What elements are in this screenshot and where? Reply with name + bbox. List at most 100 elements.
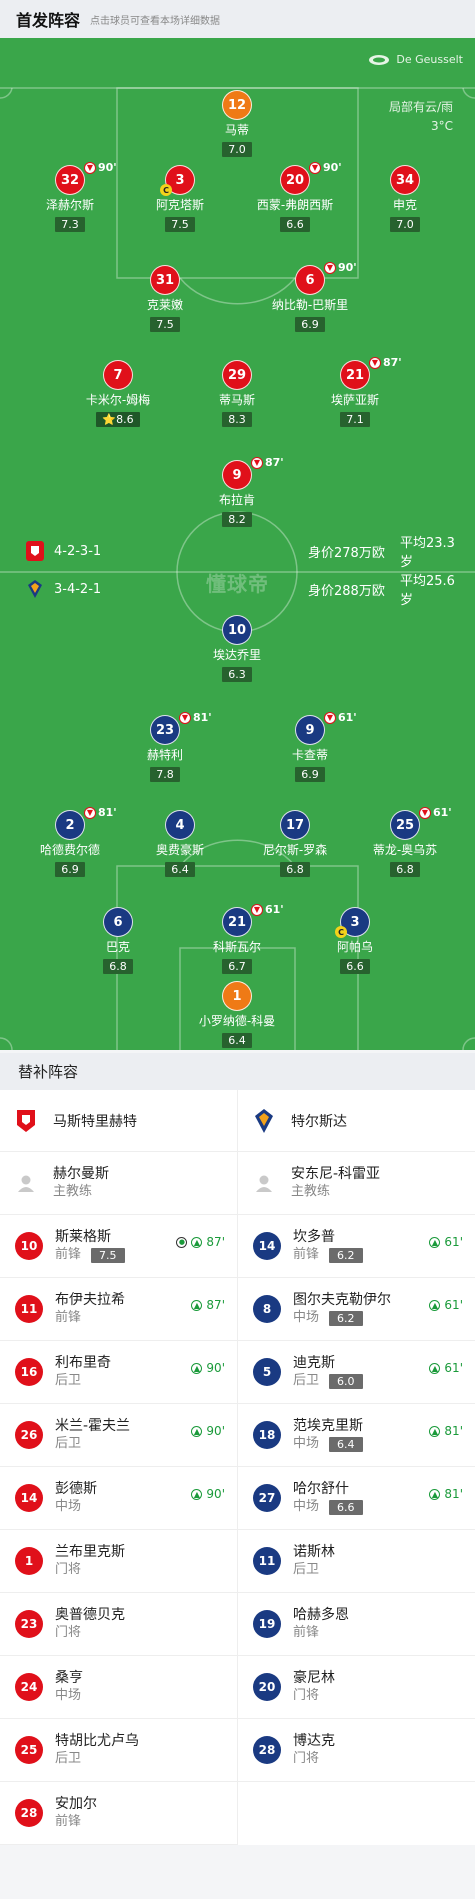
home-coach-row[interactable]: 赫尔曼斯 主教练 xyxy=(0,1152,237,1215)
home-player[interactable]: 12 马蒂 7.0 xyxy=(167,90,307,157)
sub-off-icon: ▼ xyxy=(369,356,381,369)
player-name: 马蒂 xyxy=(224,123,249,137)
home-sub-row[interactable]: 14 彭德斯 中场 ▲ 90' xyxy=(0,1467,237,1530)
sub-position-label: 门将 xyxy=(293,1688,320,1703)
player-rating: 6.8 xyxy=(390,862,420,877)
away-sub-row[interactable]: 27 哈尔舒什 中场 6.6 ▲ 81' xyxy=(238,1467,475,1530)
home-sub-row[interactable]: 10 斯莱格斯 前锋 7.5 ● ▲ 87' xyxy=(0,1215,237,1278)
player-name: 赫特利 xyxy=(146,748,183,762)
away-sub-row[interactable]: 11 诺斯林 后卫 xyxy=(238,1530,475,1593)
away-value: 身价288万欧 xyxy=(308,583,385,599)
player-number-badge: 1 xyxy=(222,981,252,1011)
sub-off-icon: ▼ xyxy=(251,456,263,469)
home-team-name: 马斯特里赫特 xyxy=(53,1113,137,1130)
away-sub-row[interactable]: 8 图尔夫克勒伊尔 中场 6.2 ▲ 61' xyxy=(238,1278,475,1341)
sub-on-minute: 87' xyxy=(206,1298,225,1312)
home-sub-row[interactable]: 16 利布里奇 后卫 ▲ 90' xyxy=(0,1341,237,1404)
sub-number-badge: 26 xyxy=(15,1421,43,1449)
sub-position: 中场 6.6 xyxy=(293,1498,363,1516)
away-player[interactable]: 10 埃达乔里 6.3 xyxy=(167,615,307,682)
sub-on-minute: 90' xyxy=(206,1487,225,1501)
sub-info: 范埃克里斯 中场 6.4 xyxy=(293,1417,363,1453)
home-avg-age: 平均23.3岁 xyxy=(400,536,455,570)
sub-off-icon: ▼ xyxy=(324,261,336,274)
sub-off-badge: ▼ 61' xyxy=(251,903,284,916)
sub-off-icon: ▼ xyxy=(84,161,96,174)
home-player[interactable]: 21 ▼ 87' 埃萨亚斯 7.1 xyxy=(285,356,425,427)
home-sub-row[interactable]: 24 桑亨 中场 xyxy=(0,1656,237,1719)
away-sub-row[interactable]: 19 哈赫多恩 前锋 xyxy=(238,1593,475,1656)
home-player[interactable]: 9 ▼ 87' 布拉肯 8.2 xyxy=(167,456,307,527)
player-number-badge: 21 ▼ 61' xyxy=(222,903,284,937)
sub-position: 前锋 xyxy=(55,1813,97,1831)
away-player[interactable]: 1 小罗纳德-科曼 6.4 xyxy=(167,981,307,1048)
away-sub-row[interactable]: 5 迪克斯 后卫 6.0 ▲ 61' xyxy=(238,1341,475,1404)
away-sub-row[interactable]: 28 博达克 门将 xyxy=(238,1719,475,1782)
sub-position-label: 门将 xyxy=(55,1562,82,1577)
away-sub-row[interactable]: 18 范埃克里斯 中场 6.4 ▲ 81' xyxy=(238,1404,475,1467)
player-rating: 6.8 xyxy=(280,862,310,877)
sub-off-icon: ▼ xyxy=(309,161,321,174)
sub-number-badge: 20 xyxy=(253,1673,281,1701)
sub-number-badge: 11 xyxy=(253,1547,281,1575)
player-number-badge: 34 xyxy=(390,165,420,195)
player-rating: ⭐8.6 xyxy=(96,412,140,427)
lineup-subtitle: 点击球员可查看本场详细数据 xyxy=(90,15,221,27)
away-sub-row[interactable]: 20 豪尼林 门将 xyxy=(238,1656,475,1719)
player-number-badge: 6 ▼ 90' xyxy=(295,261,357,295)
player-number-badge: 4 xyxy=(165,810,195,840)
sub-info: 斯莱格斯 前锋 7.5 xyxy=(55,1228,125,1264)
home-value: 身价278万欧 xyxy=(308,545,385,561)
sub-position-label: 前锋 xyxy=(55,1310,82,1325)
home-sub-row[interactable]: 23 奥普德贝克 门将 xyxy=(0,1593,237,1656)
home-sub-row[interactable]: 1 兰布里克斯门将 xyxy=(0,1530,237,1593)
home-sub-row[interactable]: 25 特胡比尤卢乌 后卫 xyxy=(0,1719,237,1782)
away-player[interactable]: 9 ▼ 61' 卡查蒂 6.9 xyxy=(240,711,380,782)
sub-number-badge: 28 xyxy=(15,1799,43,1827)
home-team-logo-icon xyxy=(26,541,44,561)
away-player[interactable]: 3 C 阿帕乌 6.6 xyxy=(285,907,425,974)
sub-position-label: 中场 xyxy=(55,1688,82,1703)
sub-on-info: ▲ 81' xyxy=(429,1487,463,1501)
home-sub-row[interactable]: 26 米兰-霍夫兰 后卫 ▲ 90' xyxy=(0,1404,237,1467)
sub-on-minute: 61' xyxy=(444,1361,463,1375)
player-rating: 7.0 xyxy=(390,217,420,232)
sub-name: 博达克 xyxy=(293,1733,335,1749)
home-coach-name: 赫尔曼斯 xyxy=(53,1166,109,1182)
sub-name: 兰布里克斯 xyxy=(55,1544,125,1560)
sub-number-badge: 11 xyxy=(15,1295,43,1323)
home-player[interactable]: 34 申克 7.0 xyxy=(335,165,475,232)
sub-number-badge: 1 xyxy=(15,1547,43,1575)
sub-info: 博达克 门将 xyxy=(293,1732,335,1768)
sub-number-badge: 10 xyxy=(15,1232,43,1260)
player-name: 埃萨亚斯 xyxy=(330,393,379,407)
sub-on-info: ▲ 90' xyxy=(191,1487,225,1501)
sub-position-label: 后卫 xyxy=(293,1562,320,1577)
home-sub-row[interactable]: 28 安加尔 前锋 xyxy=(0,1782,237,1845)
sub-on-minute: 61' xyxy=(444,1235,463,1249)
sub-rating: 6.0 xyxy=(329,1373,363,1389)
away-player[interactable]: 25 ▼ 61' 蒂龙-奥乌苏 6.8 xyxy=(335,806,475,877)
sub-on-minute: 90' xyxy=(206,1424,225,1438)
sub-position-label: 前锋 xyxy=(55,1247,82,1262)
sub-on-icon: ▲ xyxy=(429,1362,441,1374)
sub-position: 前锋 xyxy=(293,1624,349,1642)
sub-number-badge: 16 xyxy=(15,1358,43,1386)
player-rating: 6.8 xyxy=(103,959,133,974)
player-number-badge: 21 ▼ 87' xyxy=(340,356,402,390)
home-sub-row[interactable]: 11 布伊夫拉希 前锋 ▲ 87' xyxy=(0,1278,237,1341)
sub-position: 后卫 xyxy=(293,1561,335,1579)
home-player[interactable]: 31 克莱嫩 7.5 xyxy=(95,265,235,332)
sub-off-icon: ▼ xyxy=(251,903,263,916)
coach-avatar-icon xyxy=(253,1172,275,1194)
away-coach-row[interactable]: 安东尼-科雷亚 主教练 xyxy=(238,1152,475,1215)
sub-name: 斯莱格斯 xyxy=(55,1229,111,1245)
player-name: 布拉肯 xyxy=(218,493,255,507)
home-player[interactable]: 6 ▼ 90' 纳比勒-巴斯里 6.9 xyxy=(240,261,380,332)
player-rating: 6.6 xyxy=(280,217,310,232)
away-sub-row[interactable]: 14 坎多普 前锋 6.2 ▲ 61' xyxy=(238,1215,475,1278)
subs-panel: 马斯特里赫特 赫尔曼斯 主教练 10 斯莱格斯 前锋 7.5 ● ▲ 87' 11 布伊夫拉希前… xyxy=(0,1090,475,1845)
sub-position-label: 中场 xyxy=(293,1436,320,1451)
sub-info: 坎多普 前锋 6.2 xyxy=(293,1228,363,1264)
away-player[interactable]: 23 ▼ 81' 赫特利 7.8 xyxy=(95,711,235,782)
